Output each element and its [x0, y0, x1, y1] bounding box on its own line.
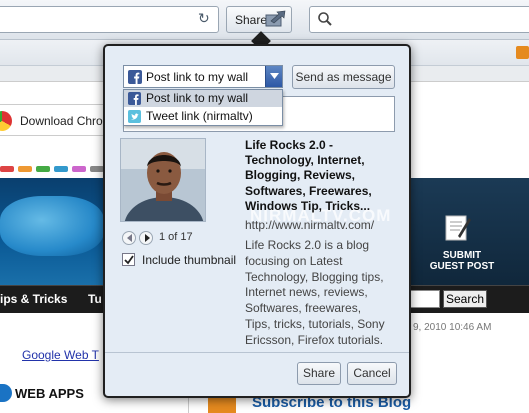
- include-thumbnail-checkbox[interactable]: [122, 253, 135, 266]
- shared-page-description: Life Rocks 2.0 is a blog focusing on Lat…: [245, 238, 385, 347]
- nav-tips-tricks[interactable]: ips & Tricks: [0, 292, 67, 306]
- shared-page-title: Life Rocks 2.0 - Technology, Internet, B…: [245, 138, 372, 213]
- facebook-icon: [128, 70, 142, 87]
- nav-tutorials[interactable]: Tu: [88, 292, 102, 306]
- reload-icon[interactable]: ↻: [198, 12, 212, 26]
- site-search-button[interactable]: Search: [443, 290, 487, 308]
- facebook-icon: [128, 92, 141, 108]
- submit-guest-post-label[interactable]: SUBMIT GUEST POST: [424, 250, 500, 272]
- url-bar[interactable]: ↻: [0, 6, 219, 33]
- page-thumbnail: [120, 138, 206, 222]
- share-toolbar-button[interactable]: Share: [226, 6, 292, 33]
- banner-logo-graphic: [0, 196, 104, 256]
- send-as-message-button[interactable]: Send as message: [292, 65, 395, 89]
- dropdown-option-tweet[interactable]: Tweet link (nirmaltv): [124, 108, 282, 125]
- site-search-input[interactable]: [406, 290, 440, 308]
- share-toolbar-label: Share: [235, 13, 268, 27]
- chevron-down-icon[interactable]: [265, 66, 282, 87]
- color-strip: [0, 161, 110, 172]
- share-action-dropdown: Post link to my wall Tweet link (nirmalt…: [123, 89, 283, 126]
- cancel-button[interactable]: Cancel: [347, 362, 397, 385]
- chrome-icon: [0, 111, 12, 131]
- post-date: 9, 2010 10:46 AM: [413, 322, 492, 333]
- dropdown-option-label: Tweet link (nirmaltv): [146, 109, 253, 123]
- share-popup: Post link to my wall Send as message Pos…: [103, 44, 411, 398]
- search-bar[interactable]: [309, 6, 529, 33]
- thumbnail-pager: 1 of 17: [122, 231, 212, 247]
- next-thumbnail-button[interactable]: [139, 231, 153, 245]
- thumbnail-counter: 1 of 17: [159, 231, 193, 243]
- popup-divider: [105, 352, 409, 353]
- bookmark-icon[interactable]: [516, 46, 529, 59]
- shared-page-url: http://www.nirmaltv.com/: [245, 218, 375, 232]
- search-icon: [317, 11, 333, 30]
- download-chrome-link[interactable]: Download Chro: [20, 114, 103, 128]
- previous-thumbnail-button[interactable]: [122, 231, 136, 245]
- dropdown-option-post-wall[interactable]: Post link to my wall: [124, 90, 282, 107]
- share-arrow-icon: [265, 10, 287, 31]
- share-button[interactable]: Share: [297, 362, 341, 385]
- share-action-select[interactable]: Post link to my wall: [123, 65, 283, 88]
- google-web-link[interactable]: Google Web T: [22, 348, 99, 362]
- web-apps-icon: [0, 384, 12, 402]
- include-thumbnail-label: Include thumbnail: [142, 253, 237, 267]
- twitter-icon: [128, 110, 141, 126]
- download-chrome-bar[interactable]: Download Chro: [0, 104, 110, 136]
- web-apps-heading: WEB APPS: [15, 386, 84, 401]
- dropdown-option-label: Post link to my wall: [146, 91, 249, 105]
- submit-post-icon[interactable]: [442, 212, 472, 242]
- share-action-value: Post link to my wall: [146, 70, 249, 84]
